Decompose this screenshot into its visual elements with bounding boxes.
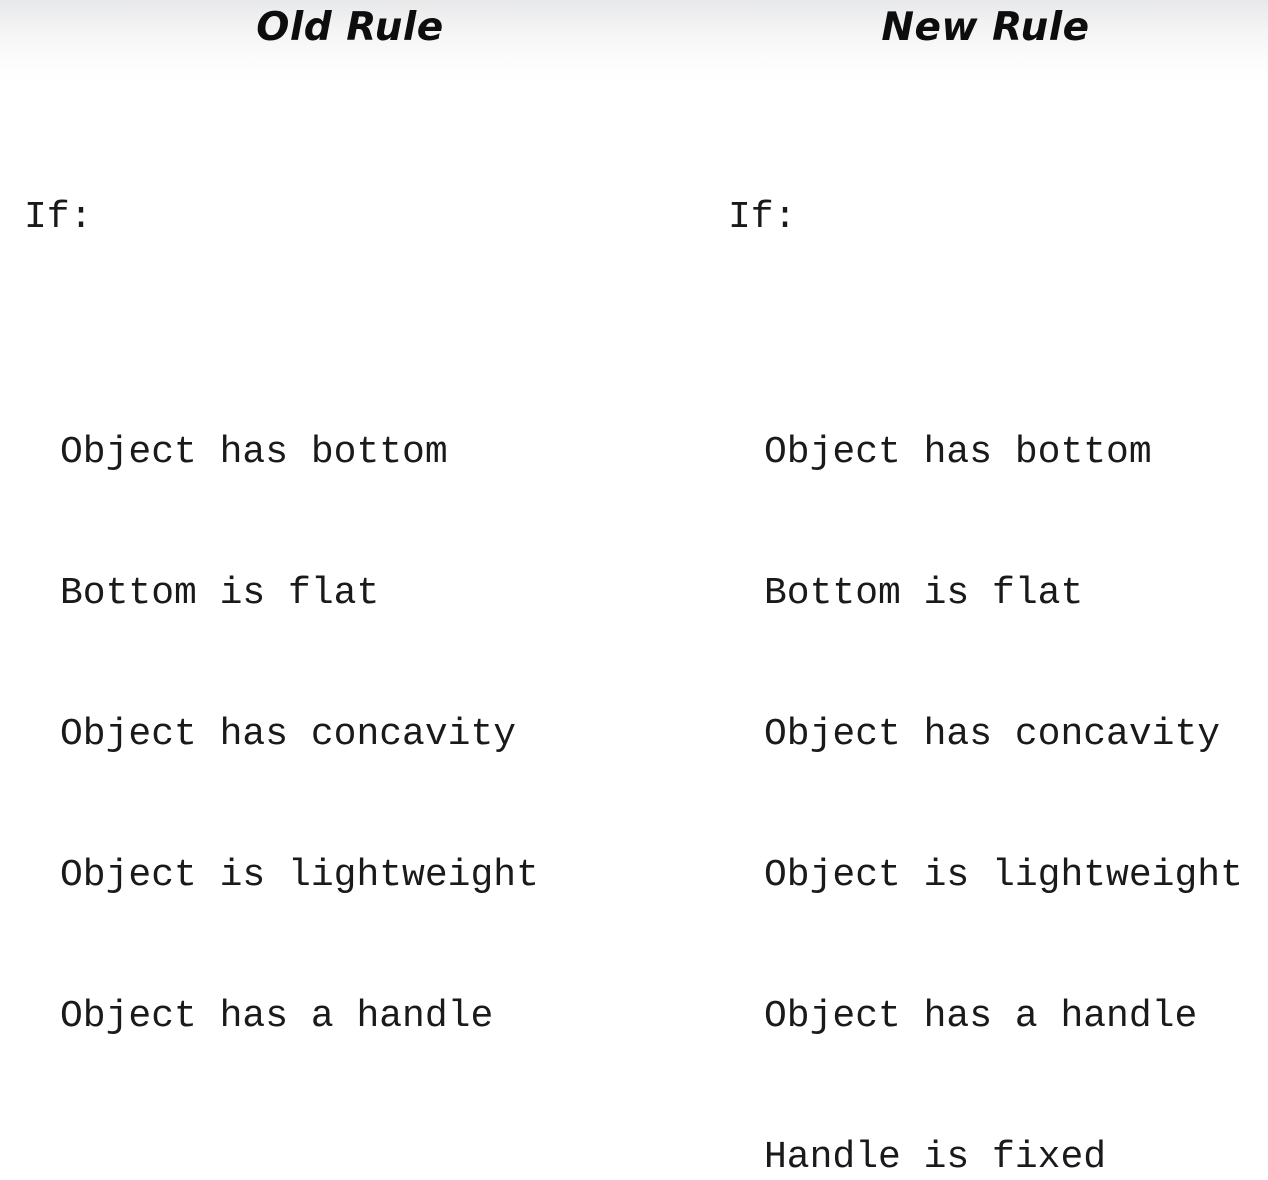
old-rule-title: Old Rule	[256, 5, 444, 50]
old-rule-column: Old Rule If: Object has bottom Bottom is…	[0, 0, 700, 1038]
new-rule-condition-list: Object has bottom Bottom is flat Object …	[728, 384, 1243, 1180]
new-rule-column: New Rule If: Object has bottom Bottom is…	[703, 0, 1268, 1179]
new-rule-condition: Object has concavity	[764, 713, 1221, 756]
new-rule-condition: Object is lightweight	[764, 854, 1243, 897]
old-rule-condition: Object has bottom	[60, 431, 448, 474]
new-rule-title: New Rule	[881, 5, 1090, 50]
new-rule-if-keyword: If:	[728, 196, 797, 239]
new-rule-condition: Handle is fixed	[764, 1136, 1107, 1179]
old-rule-condition: Object is lightweight	[60, 854, 539, 897]
old-rule-condition: Bottom is flat	[60, 572, 380, 615]
old-rule-body: If: Object has bottom Bottom is flat Obj…	[24, 100, 539, 1180]
old-rule-if-keyword: If:	[24, 196, 93, 239]
new-rule-condition: Object has a handle	[764, 995, 1198, 1038]
new-rule-body: If: Object has bottom Bottom is flat Obj…	[728, 100, 1243, 1180]
old-rule-condition: Object has concavity	[60, 713, 517, 756]
old-rule-condition: Object has a handle	[60, 995, 494, 1038]
new-rule-condition: Bottom is flat	[764, 572, 1084, 615]
rule-comparison-slide: Old Rule If: Object has bottom Bottom is…	[0, 0, 1268, 1179]
old-rule-condition-list: Object has bottom Bottom is flat Object …	[24, 384, 539, 1132]
new-rule-condition: Object has bottom	[764, 431, 1152, 474]
